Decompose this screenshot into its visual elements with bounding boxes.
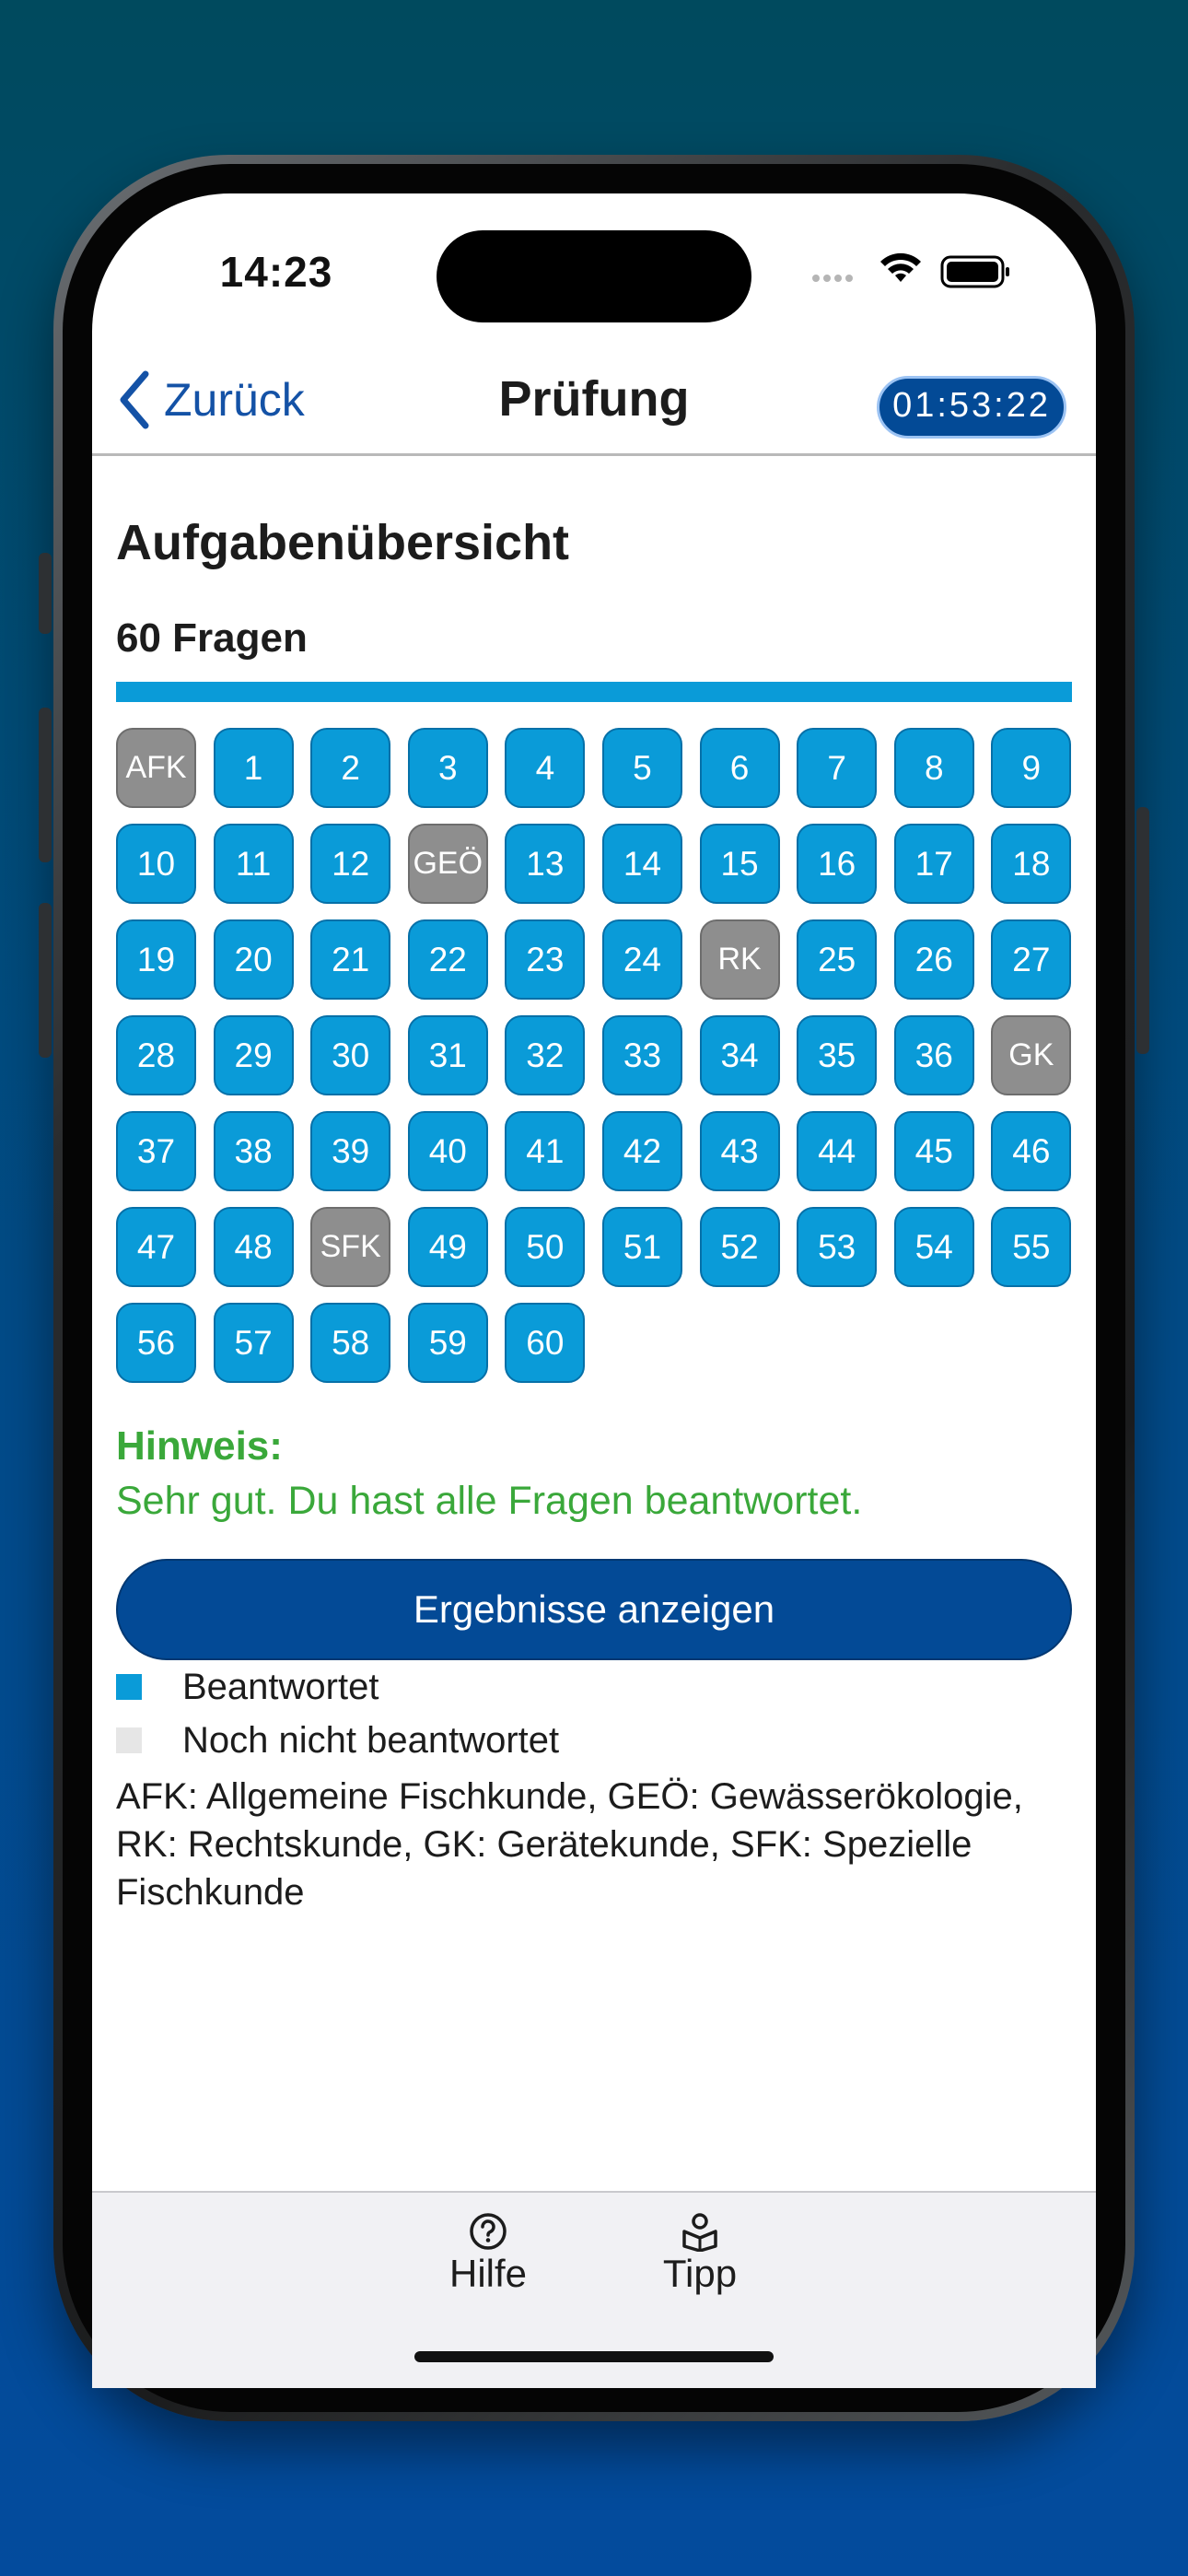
question-button-57[interactable]: 57 [213, 1303, 294, 1383]
overview-heading: Aufgabenübersicht [116, 515, 570, 570]
question-button-2[interactable]: 2 [310, 728, 391, 808]
question-button-37[interactable]: 37 [116, 1111, 196, 1191]
question-button-58[interactable]: 58 [310, 1303, 391, 1383]
navigation-bar: Zurück Prüfung 01:53:22 [92, 350, 1096, 456]
question-button-1[interactable]: 1 [213, 728, 294, 808]
question-button-12[interactable]: 12 [310, 824, 391, 904]
question-button-10[interactable]: 10 [116, 824, 196, 904]
tip-tab[interactable]: Tipp [617, 2211, 783, 2296]
legend-answered-label: Beantwortet [182, 1666, 379, 1707]
question-button-21[interactable]: 21 [310, 919, 391, 1000]
question-button-46[interactable]: 46 [991, 1111, 1072, 1191]
question-button-33[interactable]: 33 [601, 1015, 682, 1095]
action-button [39, 553, 52, 634]
question-button-25[interactable]: 25 [797, 919, 878, 1000]
question-button-8[interactable]: 8 [893, 728, 974, 808]
hint-text: Sehr gut. Du hast alle Fragen beantworte… [116, 1479, 863, 1523]
status-time: 14:23 [219, 248, 333, 296]
question-button-23[interactable]: 23 [505, 919, 586, 1000]
question-button-27[interactable]: 27 [991, 919, 1072, 1000]
question-button-55[interactable]: 55 [991, 1207, 1072, 1287]
question-button-18[interactable]: 18 [991, 824, 1072, 904]
question-button-13[interactable]: 13 [505, 824, 586, 904]
question-button-38[interactable]: 38 [213, 1111, 294, 1191]
question-button-52[interactable]: 52 [699, 1207, 780, 1287]
question-button-59[interactable]: 59 [407, 1303, 488, 1383]
category-marker-geö[interactable]: GEÖ [407, 824, 488, 904]
question-button-50[interactable]: 50 [505, 1207, 586, 1287]
question-button-20[interactable]: 20 [213, 919, 294, 1000]
question-button-15[interactable]: 15 [699, 824, 780, 904]
question-button-41[interactable]: 41 [505, 1111, 586, 1191]
question-button-45[interactable]: 45 [893, 1111, 974, 1191]
question-circle-icon [470, 2213, 507, 2250]
question-button-16[interactable]: 16 [797, 824, 878, 904]
question-button-6[interactable]: 6 [699, 728, 780, 808]
question-button-60[interactable]: 60 [505, 1303, 586, 1383]
signal-icon [812, 275, 853, 282]
question-button-49[interactable]: 49 [407, 1207, 488, 1287]
unanswered-swatch [116, 1727, 142, 1753]
question-button-29[interactable]: 29 [213, 1015, 294, 1095]
answered-swatch [116, 1674, 142, 1700]
legend-unanswered: Noch nicht beantwortet [116, 1714, 1074, 1767]
question-button-3[interactable]: 3 [407, 728, 488, 808]
category-marker-gk[interactable]: GK [991, 1015, 1072, 1095]
question-button-4[interactable]: 4 [505, 728, 586, 808]
progress-bar [116, 682, 1072, 702]
question-button-11[interactable]: 11 [213, 824, 294, 904]
category-marker-rk[interactable]: RK [699, 919, 780, 1000]
question-button-39[interactable]: 39 [310, 1111, 391, 1191]
question-button-47[interactable]: 47 [116, 1207, 196, 1287]
question-button-17[interactable]: 17 [893, 824, 974, 904]
category-marker-sfk[interactable]: SFK [310, 1207, 391, 1287]
show-results-button[interactable]: Ergebnisse anzeigen [116, 1559, 1072, 1660]
power-button [1136, 807, 1149, 1054]
help-label: Hilfe [448, 2252, 528, 2295]
status-icons [810, 249, 1013, 295]
question-button-30[interactable]: 30 [310, 1015, 391, 1095]
volume-down-button [39, 903, 52, 1058]
question-button-35[interactable]: 35 [797, 1015, 878, 1095]
question-button-54[interactable]: 54 [893, 1207, 974, 1287]
question-button-44[interactable]: 44 [797, 1111, 878, 1191]
legend-unanswered-label: Noch nicht beantwortet [182, 1719, 560, 1761]
abbreviations-text: AFK: Allgemeine Fischkunde, GEÖ: Gewässe… [116, 1776, 1023, 1913]
question-button-14[interactable]: 14 [601, 824, 682, 904]
question-grid: AFK 1 2 3 4 5 6 7 8 9 10 11 12 GEÖ 13 14 15 16 17 18 19 20 21 2… [116, 728, 1074, 1383]
wifi-icon [880, 252, 921, 282]
dynamic-island [437, 230, 751, 322]
question-button-34[interactable]: 34 [699, 1015, 780, 1095]
question-button-24[interactable]: 24 [601, 919, 682, 1000]
home-indicator [414, 2351, 774, 2362]
question-button-36[interactable]: 36 [893, 1015, 974, 1095]
question-button-43[interactable]: 43 [699, 1111, 780, 1191]
question-button-28[interactable]: 28 [116, 1015, 196, 1095]
question-button-53[interactable]: 53 [797, 1207, 878, 1287]
question-button-40[interactable]: 40 [407, 1111, 488, 1191]
legend-answered: Beantwortet [116, 1660, 1074, 1714]
question-count: 60 Fragen [116, 615, 308, 661]
question-button-26[interactable]: 26 [893, 919, 974, 1000]
overview-content: Aufgabenübersicht 60 Fragen AFK 1 2 3 4 5 6 7 8 9… [116, 461, 1074, 1916]
category-marker-afk[interactable]: AFK [116, 728, 196, 808]
battery-icon [940, 255, 1009, 288]
question-button-56[interactable]: 56 [116, 1303, 196, 1383]
question-button-32[interactable]: 32 [505, 1015, 586, 1095]
question-button-7[interactable]: 7 [797, 728, 878, 808]
exam-timer: 01:53:22 [877, 376, 1066, 439]
question-button-42[interactable]: 42 [601, 1111, 682, 1191]
question-button-9[interactable]: 9 [991, 728, 1072, 808]
help-tab[interactable]: Hilfe [405, 2211, 571, 2296]
question-button-31[interactable]: 31 [407, 1015, 488, 1095]
book-reader-icon [682, 2213, 717, 2252]
hint-title: Hinweis: [116, 1423, 283, 1469]
tip-label: Tipp [662, 2252, 738, 2295]
question-button-48[interactable]: 48 [213, 1207, 294, 1287]
question-button-51[interactable]: 51 [601, 1207, 682, 1287]
question-button-5[interactable]: 5 [601, 728, 682, 808]
question-button-22[interactable]: 22 [407, 919, 488, 1000]
question-button-19[interactable]: 19 [116, 919, 196, 1000]
volume-up-button [39, 708, 52, 862]
